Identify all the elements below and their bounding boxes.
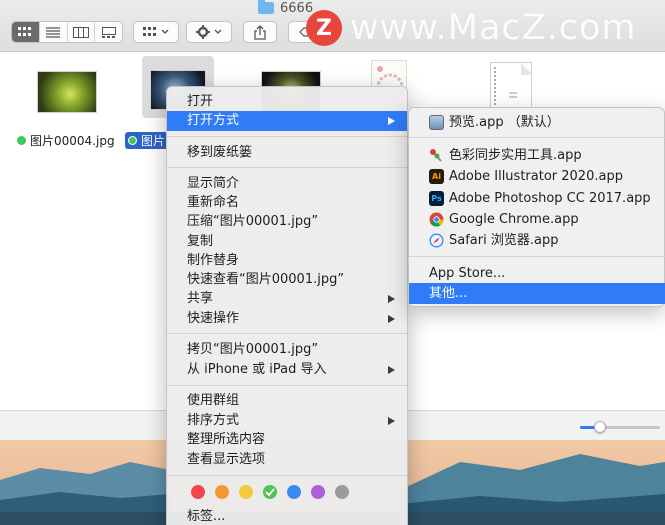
safari-icon — [429, 233, 444, 248]
menu-item-sort-by[interactable]: 排序方式 — [167, 411, 407, 431]
folder-icon — [258, 0, 274, 14]
column-view-icon — [72, 26, 89, 38]
submenu-item-illustrator[interactable]: Ai Adobe Illustrator 2020.app — [409, 166, 665, 187]
green-tag-dot — [128, 136, 137, 145]
menu-item-open[interactable]: 打开 — [167, 92, 407, 112]
watermark-text: www.MacZ.com — [350, 8, 637, 48]
menu-item-label: 快速操作 — [187, 311, 240, 326]
slider-knob[interactable] — [594, 421, 606, 433]
gallery-view-icon — [101, 26, 116, 38]
submenu-arrow-icon — [388, 315, 395, 323]
submenu-item-label: Google Chrome.app — [449, 212, 579, 227]
menu-separator — [167, 136, 407, 137]
green-tag-dot — [17, 136, 26, 145]
submenu-item-label: 预览.app （默认） — [449, 115, 560, 130]
menu-item-share[interactable]: 共享 — [167, 289, 407, 309]
icon-size-slider[interactable] — [580, 421, 660, 433]
menu-item-label: 打开方式 — [187, 113, 240, 128]
list-view-button[interactable] — [40, 22, 68, 42]
menu-item-label: 排序方式 — [187, 413, 240, 428]
icon-view-icon — [18, 27, 32, 36]
tag-color-picker — [191, 485, 349, 499]
menu-separator — [167, 475, 407, 476]
group-grid-icon — [143, 27, 156, 36]
share-icon — [254, 24, 266, 40]
submenu-item-photoshop[interactable]: Ps Adobe Photoshop CC 2017.app — [409, 188, 665, 209]
column-view-button[interactable] — [68, 22, 96, 42]
menu-item-duplicate[interactable]: 复制 — [167, 232, 407, 252]
submenu-separator — [409, 137, 665, 138]
menu-item-compress[interactable]: 压缩“图片00001.jpg” — [167, 212, 407, 232]
menu-item-label: 共享 — [187, 291, 214, 306]
tag-color-dot[interactable] — [335, 485, 349, 499]
submenu-item-preview[interactable]: 预览.app （默认） — [409, 112, 665, 133]
submenu-item-label: 色彩同步实用工具.app — [449, 148, 582, 163]
chevron-down-icon — [214, 29, 222, 34]
menu-item-get-info[interactable]: 显示简介 — [167, 174, 407, 194]
tag-color-dot[interactable] — [191, 485, 205, 499]
menu-separator — [167, 333, 407, 334]
menu-separator — [167, 167, 407, 168]
view-mode-segmented — [11, 21, 123, 43]
action-button[interactable] — [186, 21, 232, 43]
submenu-item-label: Adobe Photoshop CC 2017.app — [449, 191, 651, 206]
menu-item-quick-look[interactable]: 快速查看“图片00001.jpg” — [167, 270, 407, 290]
photoshop-icon: Ps — [429, 191, 444, 206]
tag-color-dot[interactable] — [311, 485, 325, 499]
menu-item-move-to-trash[interactable]: 移到废纸篓 — [167, 143, 407, 163]
window-title: 6666 — [258, 0, 313, 16]
menu-item-tags[interactable]: 标签... — [167, 507, 407, 525]
chevron-down-icon — [161, 29, 169, 34]
file-name: 图片00004.jpg — [30, 134, 115, 148]
submenu-arrow-icon — [388, 417, 395, 425]
selected-file-label[interactable]: 图片 — [125, 132, 169, 149]
open-with-submenu: 预览.app （默认） 色彩同步实用工具.app Ai Adobe Illust… — [408, 107, 665, 307]
finder-toolbar: 6666 Z www.MacZ.com — [0, 0, 665, 52]
group-button[interactable] — [133, 21, 179, 43]
menu-item-rename[interactable]: 重新命名 — [167, 193, 407, 213]
tag-color-dot[interactable] — [263, 485, 277, 499]
menu-item-make-alias[interactable]: 制作替身 — [167, 251, 407, 271]
menu-item-clean-up[interactable]: 整理所选内容 — [167, 430, 407, 450]
menu-separator — [167, 385, 407, 386]
share-button[interactable] — [243, 21, 277, 43]
submenu-arrow-icon — [388, 295, 395, 303]
menu-item-label: 从 iPhone 或 iPad 导入 — [187, 362, 327, 377]
submenu-item-chrome[interactable]: Google Chrome.app — [409, 209, 665, 230]
submenu-arrow-icon — [388, 366, 395, 374]
watermark: Z www.MacZ.com — [306, 8, 637, 48]
list-view-icon — [46, 26, 61, 38]
submenu-item-label: Safari 浏览器.app — [449, 233, 559, 248]
submenu-item-safari[interactable]: Safari 浏览器.app — [409, 230, 665, 251]
file-name: 图片 — [141, 134, 166, 148]
menu-item-open-with[interactable]: 打开方式 — [167, 111, 407, 131]
illustrator-icon: Ai — [429, 169, 444, 184]
icon-view-button[interactable] — [12, 22, 40, 42]
watermark-logo: Z — [306, 10, 342, 46]
gallery-view-button[interactable] — [95, 22, 122, 42]
preview-icon — [429, 115, 444, 130]
menu-item-copy[interactable]: 拷贝“图片00001.jpg” — [167, 340, 407, 360]
menu-item-use-groups[interactable]: 使用群组 — [167, 391, 407, 411]
file-item-label[interactable]: 图片00004.jpg — [17, 132, 115, 149]
submenu-item-other[interactable]: 其他... — [409, 283, 665, 304]
submenu-separator — [409, 256, 665, 257]
colorsync-icon — [429, 148, 444, 163]
submenu-item-label: Adobe Illustrator 2020.app — [449, 169, 623, 184]
gear-icon — [196, 25, 210, 39]
chrome-icon — [429, 212, 444, 227]
file-thumbnail[interactable] — [37, 71, 97, 113]
context-menu: 打开 打开方式 移到废纸篓 显示简介 重新命名 压缩“图片00001.jpg” … — [166, 86, 408, 525]
tag-color-dot[interactable] — [287, 485, 301, 499]
tag-color-dot[interactable] — [239, 485, 253, 499]
menu-item-import-from-iphone[interactable]: 从 iPhone 或 iPad 导入 — [167, 360, 407, 380]
submenu-item-colorsync[interactable]: 色彩同步实用工具.app — [409, 145, 665, 166]
menu-item-quick-actions[interactable]: 快速操作 — [167, 309, 407, 329]
submenu-item-app-store[interactable]: App Store... — [409, 263, 665, 284]
checkmark-icon — [265, 488, 275, 497]
menu-item-view-options[interactable]: 查看显示选项 — [167, 450, 407, 470]
submenu-arrow-icon — [388, 117, 395, 125]
tag-color-dot[interactable] — [215, 485, 229, 499]
